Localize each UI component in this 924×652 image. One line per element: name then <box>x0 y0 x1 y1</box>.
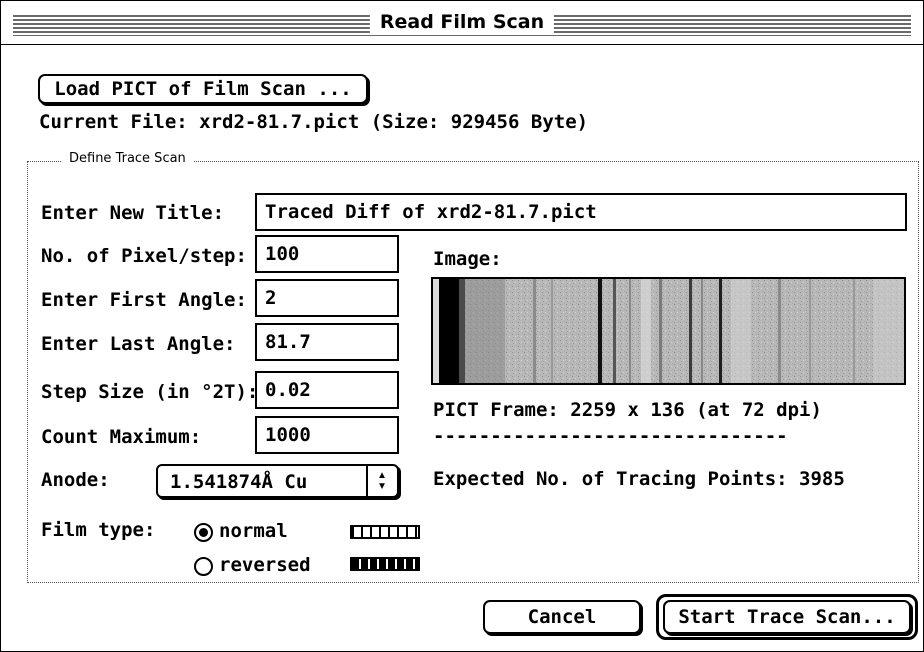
window-title: Read Film Scan <box>369 11 555 33</box>
pixel-step-label: No. of Pixel/step: <box>41 245 247 267</box>
anode-select-value: 1.541874Å Cu <box>170 471 308 493</box>
reversed-film-swatch-icon <box>350 557 420 571</box>
film-scan-graphic <box>433 279 904 383</box>
expected-points-text: Expected No. of Tracing Points: 3985 <box>433 468 845 490</box>
load-pict-button-label: Load PICT of Film Scan ... <box>54 78 352 100</box>
separator-line: ------------------------------- <box>433 425 788 447</box>
load-pict-button[interactable]: Load PICT of Film Scan ... <box>38 74 368 104</box>
select-divider <box>366 466 368 496</box>
last-angle-input[interactable]: 81.7 <box>255 323 399 361</box>
step-size-label: Step Size (in °2T): <box>41 381 259 403</box>
current-file-text: Current File: xrd2-81.7.pict (Size: 9294… <box>39 111 589 133</box>
updown-arrows-icon: ▴ ▾ <box>377 465 387 494</box>
cancel-button-label: Cancel <box>527 606 597 628</box>
image-label: Image: <box>433 248 502 270</box>
pixel-step-input[interactable]: 100 <box>255 235 399 273</box>
first-angle-label: Enter First Angle: <box>41 289 247 311</box>
title-label: Enter New Title: <box>41 202 225 224</box>
film-scan-image <box>431 277 906 385</box>
radio-normal[interactable] <box>194 523 213 542</box>
cancel-button[interactable]: Cancel <box>483 600 641 634</box>
radio-selected-dot <box>199 528 208 537</box>
anode-select[interactable]: 1.541874Å Cu ▴ ▾ <box>156 464 399 498</box>
count-max-label: Count Maximum: <box>41 426 202 448</box>
film-type-label: Film type: <box>41 519 156 541</box>
normal-film-swatch-icon <box>350 525 420 539</box>
dialog-window: Read Film Scan Load PICT of Film Scan ..… <box>0 0 924 652</box>
start-trace-scan-button-label: Start Trace Scan... <box>678 606 896 628</box>
count-max-input[interactable]: 1000 <box>255 416 399 454</box>
title-input[interactable]: Traced Diff of xrd2-81.7.pict <box>255 193 907 231</box>
radio-reversed-label[interactable]: reversed <box>219 554 311 576</box>
radio-reversed[interactable] <box>194 557 213 576</box>
first-angle-input[interactable]: 2 <box>255 279 399 317</box>
radio-normal-label[interactable]: normal <box>219 520 288 542</box>
start-trace-scan-button[interactable]: Start Trace Scan... <box>663 600 911 634</box>
group-legend: Define Trace Scan <box>61 151 194 166</box>
pict-frame-text: PICT Frame: 2259 x 136 (at 72 dpi) <box>433 399 822 421</box>
last-angle-label: Enter Last Angle: <box>41 333 236 355</box>
step-size-input[interactable]: 0.02 <box>255 371 399 409</box>
title-bar[interactable]: Read Film Scan <box>1 1 923 45</box>
anode-label: Anode: <box>41 469 110 491</box>
